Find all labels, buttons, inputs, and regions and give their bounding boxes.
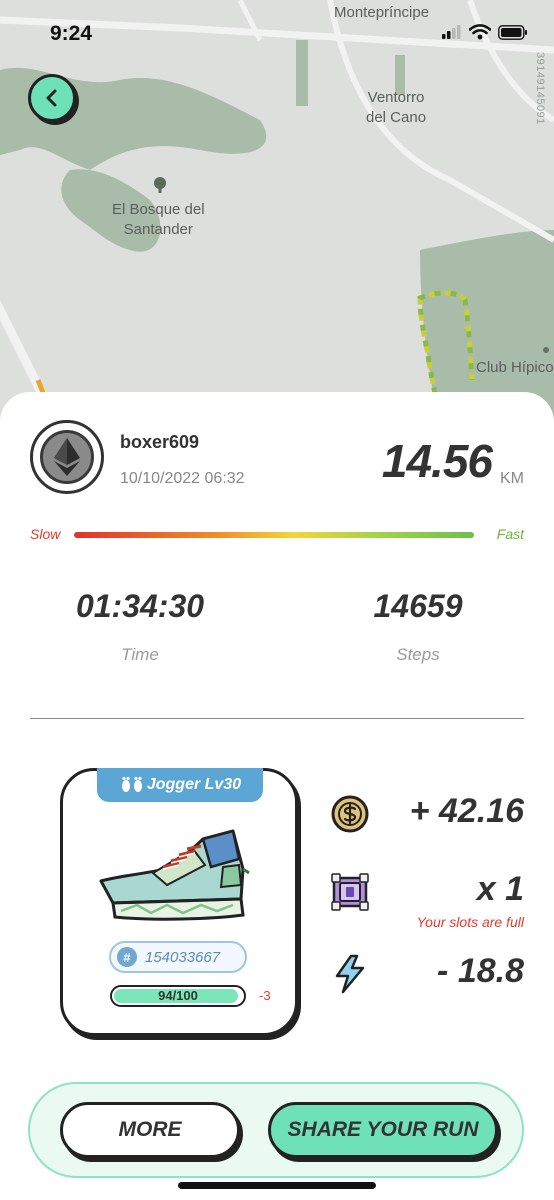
map-background bbox=[0, 0, 554, 430]
steps-value: 14659 bbox=[373, 588, 463, 624]
energy-spent-value: - 18.8 bbox=[437, 952, 524, 990]
username: boxer609 bbox=[120, 432, 200, 452]
speed-gradient-bar bbox=[74, 532, 474, 538]
sneaker-id: 154033667 bbox=[145, 948, 221, 966]
more-button[interactable]: MORE bbox=[60, 1102, 240, 1158]
run-summary-sheet: boxer609 10/10/2022 06:32 14.56 KM Slow … bbox=[0, 392, 554, 1200]
steps-stat: 14659 Steps bbox=[328, 588, 508, 665]
map-label-ventorro: Ventorro del Cano bbox=[366, 89, 427, 126]
durability-bar: 94/100 bbox=[110, 985, 246, 1007]
sneaker-level-label: Jogger Lv30 bbox=[146, 776, 242, 793]
steps-label: Steps bbox=[396, 645, 440, 664]
durability-text: 94/100 bbox=[158, 988, 198, 1003]
mystery-box-icon bbox=[330, 872, 370, 912]
map-label-club-hipico: Club Hípico bbox=[476, 359, 554, 376]
chevron-left-icon bbox=[46, 89, 57, 107]
sneaker-image bbox=[99, 829, 250, 921]
sneaker-card[interactable]: Jogger Lv30 # 154033667 94/100 -3 bbox=[60, 768, 298, 1036]
mystery-box-value: x 1 bbox=[476, 870, 524, 908]
user-row: boxer609 10/10/2022 06:32 14.56 KM bbox=[30, 420, 530, 500]
avatar[interactable] bbox=[30, 420, 104, 494]
map-attribution-code: 39149145091 bbox=[534, 52, 546, 125]
speed-fast-label: Fast bbox=[496, 526, 524, 542]
sneaker-level-tab: Jogger Lv30 bbox=[97, 768, 263, 802]
map-label-bosque: El Bosque del Santander bbox=[112, 201, 205, 238]
ethereum-icon bbox=[54, 438, 80, 476]
map-view[interactable]: Montepríncipe Ventorro del Cano El Bosqu… bbox=[0, 0, 554, 430]
home-indicator[interactable] bbox=[178, 1182, 376, 1189]
durability-delta: -3 bbox=[259, 988, 271, 1003]
back-button[interactable] bbox=[28, 74, 76, 122]
battery-icon bbox=[498, 24, 527, 40]
action-bar: MORE SHARE YOUR RUN bbox=[28, 1082, 524, 1178]
time-value: 01:34:30 bbox=[75, 588, 205, 624]
distance-unit: KM bbox=[500, 470, 524, 487]
footprints-icon bbox=[121, 776, 142, 792]
wifi-icon bbox=[469, 24, 491, 40]
time-stat: 01:34:30 Time bbox=[50, 588, 230, 665]
status-time: 9:24 bbox=[50, 22, 93, 45]
slots-full-note: Your slots are full bbox=[416, 914, 524, 930]
share-run-button[interactable]: SHARE YOUR RUN bbox=[268, 1102, 498, 1158]
cellular-signal-icon bbox=[442, 25, 461, 39]
energy-icon bbox=[330, 954, 370, 994]
speed-slow-label: Slow bbox=[30, 526, 61, 542]
status-icons bbox=[442, 24, 528, 40]
run-datetime: 10/10/2022 06:32 bbox=[120, 470, 245, 487]
hash-icon: # bbox=[117, 947, 137, 967]
distance-value: 14.56 bbox=[381, 435, 493, 487]
speed-indicator: Slow Fast bbox=[0, 526, 554, 546]
time-label: Time bbox=[121, 645, 159, 664]
gst-earned-value: + 42.16 bbox=[409, 792, 524, 830]
sneaker-id-badge: # 154033667 bbox=[109, 941, 247, 973]
section-divider bbox=[30, 718, 524, 719]
map-label-monteprincipe: Montepríncipe bbox=[334, 4, 430, 21]
gst-token-icon bbox=[330, 794, 370, 834]
